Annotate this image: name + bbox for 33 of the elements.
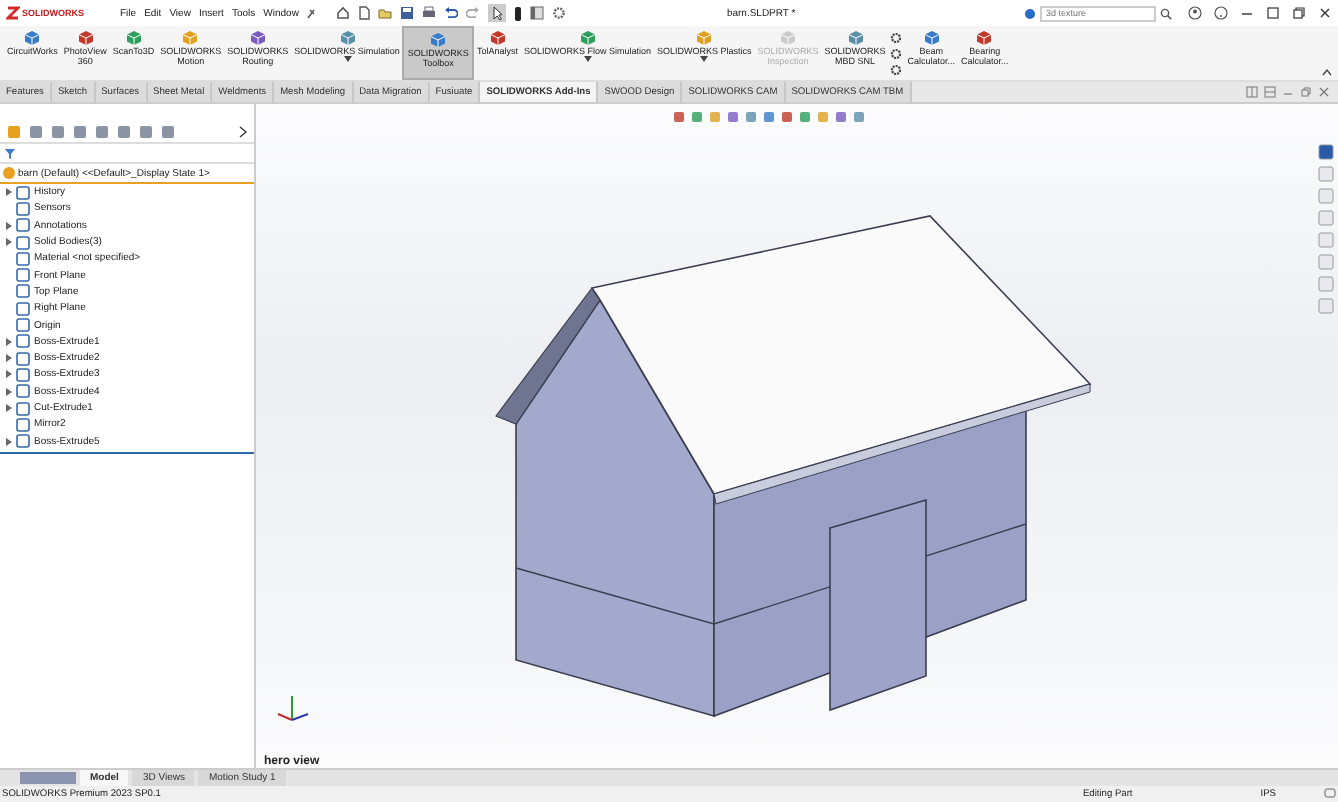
- axis-triad-icon: [277, 695, 309, 721]
- open-folder-icon[interactable]: [378, 6, 393, 20]
- maximize-icon[interactable]: [1266, 6, 1280, 20]
- pin-icon[interactable]: [306, 7, 317, 19]
- cursor-select-icon[interactable]: [488, 4, 507, 22]
- panel-icon[interactable]: [530, 6, 545, 20]
- search-icon[interactable]: [1160, 7, 1172, 19]
- restore-icon[interactable]: [1292, 6, 1306, 20]
- tile-icon[interactable]: [1246, 86, 1258, 98]
- logo-icon: [6, 6, 20, 20]
- expand-arrow-icon[interactable]: [6, 404, 12, 412]
- expand-arrow-icon[interactable]: [6, 354, 12, 363]
- home-icon[interactable]: [336, 6, 351, 20]
- part-icon: [2, 166, 16, 180]
- expand-arrow-icon[interactable]: [6, 370, 12, 379]
- collapse-ribbon-icon[interactable]: [1322, 68, 1332, 76]
- close-icon[interactable]: [1318, 6, 1332, 20]
- new-document-icon[interactable]: [358, 6, 371, 20]
- print-icon[interactable]: [422, 6, 437, 20]
- expand-arrow-icon[interactable]: [6, 337, 12, 346]
- expand-arrow-icon[interactable]: [6, 188, 12, 197]
- undo-icon[interactable]: [444, 6, 459, 20]
- redo-icon[interactable]: [466, 6, 481, 20]
- expand-arrow-icon[interactable]: [6, 437, 12, 446]
- expand-arrow-icon[interactable]: [6, 387, 12, 396]
- expand-arrow-icon[interactable]: [6, 221, 12, 230]
- chevron-right-icon[interactable]: [238, 126, 248, 138]
- tile-icon[interactable]: [1264, 86, 1276, 98]
- cube-icon: [430, 32, 447, 48]
- gear-icon[interactable]: [552, 6, 567, 20]
- save-icon[interactable]: [400, 6, 415, 20]
- filter-icon[interactable]: [4, 147, 16, 159]
- expand-arrow-icon[interactable]: [6, 238, 12, 247]
